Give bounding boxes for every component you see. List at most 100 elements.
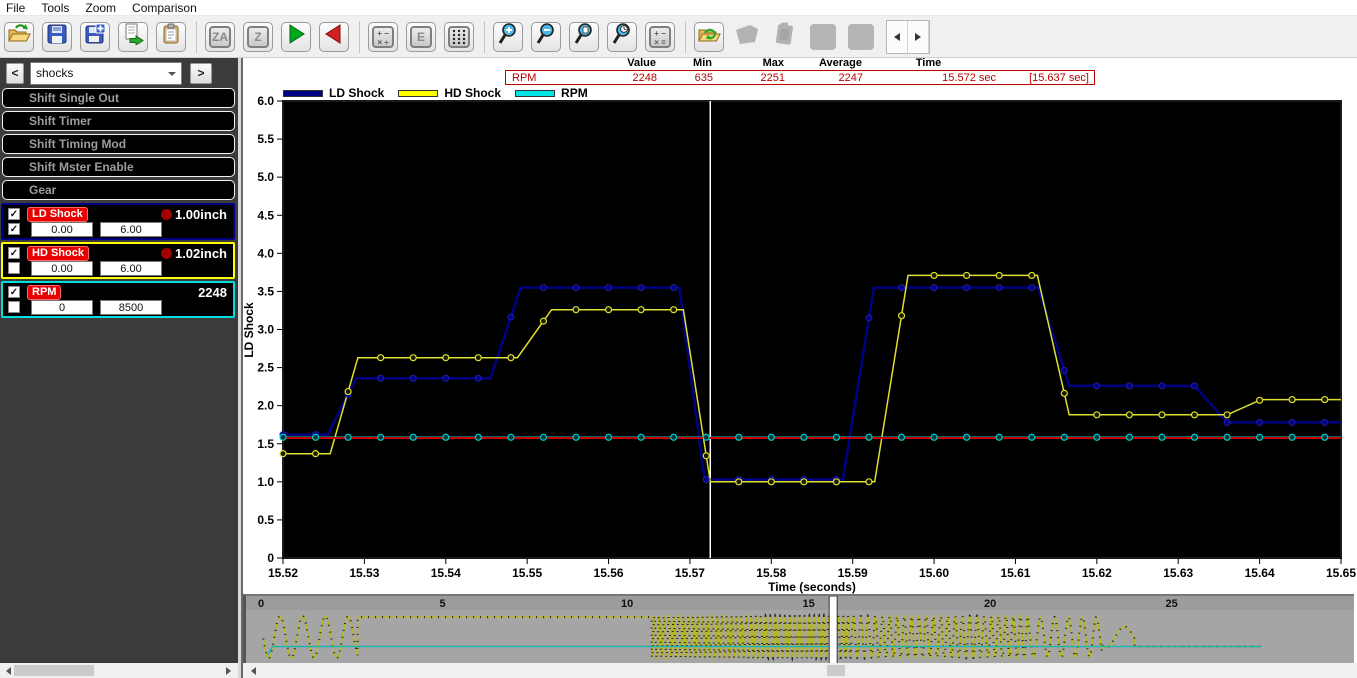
scroll-left-icon[interactable]: [247, 666, 259, 675]
sidebar-item-gear[interactable]: Gear: [2, 180, 235, 200]
channel-name-badge[interactable]: HD Shock: [27, 246, 89, 261]
channel-max-field[interactable]: [100, 261, 162, 276]
disabled-button-2: [846, 22, 876, 52]
stats-header-min: Min: [656, 57, 712, 70]
svg-text:15.63: 15.63: [1163, 566, 1193, 580]
svg-text:15.53: 15.53: [349, 566, 379, 580]
svg-text:5.5: 5.5: [257, 132, 274, 146]
channel-min-field[interactable]: [31, 300, 93, 315]
compare-clipboard-button-disabled: [770, 22, 800, 52]
menu-bar: File Tools Zoom Comparison: [0, 0, 1357, 16]
channel-scale-checkbox[interactable]: ✓: [8, 223, 20, 235]
stats-time: 15.572 sec: [863, 72, 996, 84]
scroll-right-icon[interactable]: [222, 666, 234, 675]
sidebar-item-shift-timing-mod[interactable]: Shift Timing Mod: [2, 134, 235, 154]
zoom-in-button[interactable]: [493, 22, 523, 52]
sidebar-scroll-thumb[interactable]: [14, 665, 94, 676]
svg-text:4.0: 4.0: [257, 246, 274, 260]
e-key-icon: E: [410, 26, 432, 48]
play-icon: [285, 23, 307, 50]
zoom-out-button[interactable]: [531, 22, 561, 52]
svg-text:10: 10: [621, 598, 633, 610]
math-icon: + −× ÷: [372, 26, 394, 48]
svg-text:2.5: 2.5: [257, 361, 274, 375]
prev-page-button[interactable]: [887, 21, 908, 53]
app-window: File Tools Zoom Comparison ZA Z + −× ÷ E…: [0, 0, 1357, 678]
menu-zoom[interactable]: Zoom: [85, 1, 116, 15]
save-button[interactable]: [42, 22, 72, 52]
open-file-button[interactable]: [4, 22, 34, 52]
svg-text:15.60: 15.60: [919, 566, 949, 580]
svg-text:4.5: 4.5: [257, 208, 274, 222]
sidebar-hscrollbar[interactable]: [0, 663, 238, 678]
prev-group-button[interactable]: <: [6, 63, 24, 84]
save-as-button[interactable]: [80, 22, 110, 52]
stats-header-average: Average: [784, 57, 862, 70]
channel-visible-checkbox[interactable]: ✓: [8, 247, 20, 259]
channel-max-field[interactable]: [100, 222, 162, 237]
zoom-time-button[interactable]: [607, 22, 637, 52]
svg-text:15: 15: [803, 598, 815, 610]
svg-text:15.62: 15.62: [1082, 566, 1112, 580]
menu-file[interactable]: File: [6, 1, 25, 15]
svg-text:15.55: 15.55: [512, 566, 542, 580]
channel-scale-checkbox[interactable]: [8, 301, 20, 313]
main-scroll-thumb[interactable]: [827, 665, 845, 676]
svg-text:20: 20: [984, 598, 996, 610]
next-group-button[interactable]: >: [190, 63, 212, 84]
play-forward-button[interactable]: [281, 22, 311, 52]
main-hscrollbar[interactable]: [243, 663, 1357, 678]
e-button[interactable]: E: [406, 22, 436, 52]
compare-open-button[interactable]: [694, 22, 724, 52]
right-arrow-icon: [915, 33, 921, 41]
menu-tools[interactable]: Tools: [41, 1, 69, 15]
zoom-all-button[interactable]: ZA: [205, 22, 235, 52]
zoom-page-button[interactable]: [569, 22, 599, 52]
toolbar-separator: [685, 21, 686, 53]
svg-text:15.56: 15.56: [594, 566, 624, 580]
channel-group-select[interactable]: shocks: [30, 62, 182, 85]
svg-text:1.0: 1.0: [257, 475, 274, 489]
compare-save-button-disabled: [732, 22, 762, 52]
menu-comparison[interactable]: Comparison: [132, 1, 197, 15]
math-channel-button[interactable]: + −× ÷: [368, 22, 398, 52]
overview-strip[interactable]: 0510152025: [243, 594, 1354, 663]
channel-min-field[interactable]: [31, 261, 93, 276]
math-grid-button[interactable]: + −× =: [645, 22, 675, 52]
main-chart-plot[interactable]: 6.05.55.04.54.03.53.02.52.01.51.00.5015.…: [243, 96, 1357, 596]
channel-sidebar: < shocks > Shift Single Out Shift Timer …: [0, 58, 238, 663]
z-key-icon: Z: [247, 26, 269, 48]
channel-scale-checkbox[interactable]: [8, 262, 20, 274]
svg-text:6.0: 6.0: [257, 96, 274, 108]
zoom-last-button[interactable]: Z: [243, 22, 273, 52]
export-page-icon: [122, 23, 144, 50]
disabled-button-1: [808, 22, 838, 52]
export-button[interactable]: [118, 22, 148, 52]
channel-visible-checkbox[interactable]: ✓: [8, 286, 20, 298]
svg-text:15.52: 15.52: [268, 566, 298, 580]
channel-min-field[interactable]: [31, 222, 93, 237]
toolbar: ZA Z + −× ÷ E + −× =: [0, 16, 1357, 58]
channel-visible-checkbox[interactable]: ✓: [8, 208, 20, 220]
channel-name-badge[interactable]: RPM: [27, 285, 61, 300]
zoom-page-icon: [572, 22, 596, 51]
page-nav-group: [886, 20, 930, 54]
svg-text:15.57: 15.57: [675, 566, 705, 580]
open-folder-icon: [7, 23, 31, 50]
channel-max-field[interactable]: [100, 300, 162, 315]
sidebar-item-shift-timer[interactable]: Shift Timer: [2, 111, 235, 131]
svg-text:15.54: 15.54: [431, 566, 461, 580]
folder-refresh-icon: [697, 23, 721, 50]
play-back-button[interactable]: [319, 22, 349, 52]
svg-text:15.64: 15.64: [1245, 566, 1275, 580]
clipboard-button[interactable]: [156, 22, 186, 52]
svg-text:15.61: 15.61: [1000, 566, 1030, 580]
channel-panel: ✓ RPM 2248: [1, 281, 235, 318]
za-key-icon: ZA: [209, 26, 231, 48]
sidebar-item-shift-single-out[interactable]: Shift Single Out: [2, 88, 235, 108]
sidebar-item-shift-mster-enable[interactable]: Shift Mster Enable: [2, 157, 235, 177]
scroll-left-icon[interactable]: [2, 666, 14, 675]
next-page-button[interactable]: [908, 21, 929, 53]
dots-button[interactable]: [444, 22, 474, 52]
channel-name-badge[interactable]: LD Shock: [27, 207, 88, 222]
